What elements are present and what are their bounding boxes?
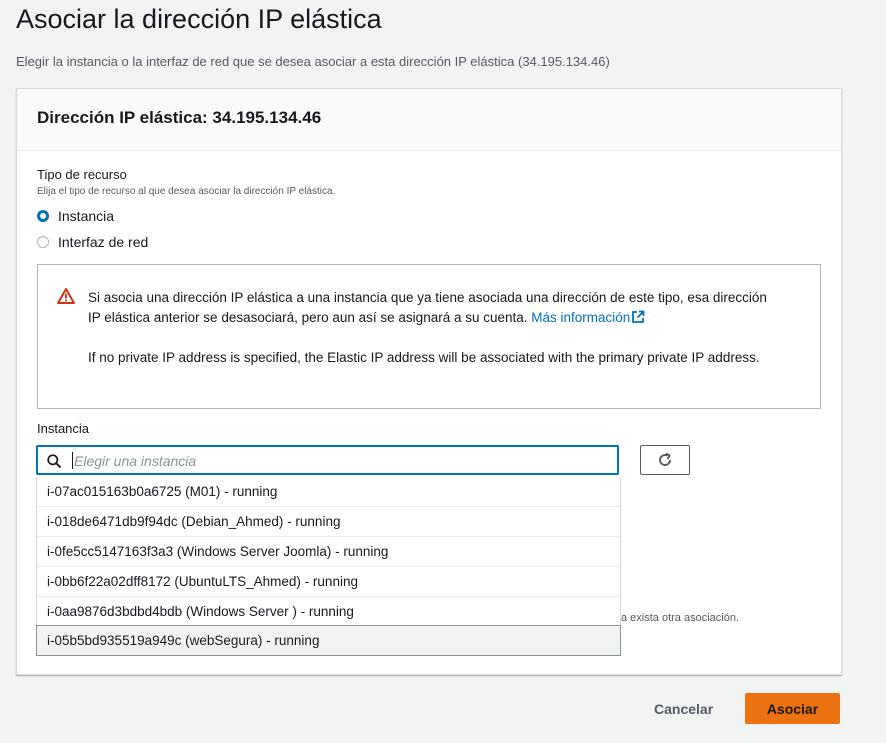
- instance-option[interactable]: i-018de6471db9f94dc (Debian_Ahmed) - run…: [37, 506, 620, 536]
- instance-label: Instancia: [37, 421, 90, 436]
- search-icon: [47, 454, 61, 468]
- external-link-icon[interactable]: [631, 310, 645, 324]
- warning-icon: [57, 288, 75, 304]
- more-info-link-text[interactable]: Más información: [531, 310, 630, 325]
- page-subtitle: Elegir la instancia o la interfaz de red…: [16, 54, 610, 69]
- panel-header: Dirección IP elástica: 34.195.134.46: [17, 89, 841, 151]
- refresh-button[interactable]: [640, 445, 690, 475]
- instance-option[interactable]: i-0bb6f22a02dff8172 (UbuntuLTS_Ahmed) - …: [37, 566, 620, 596]
- radio-checked-icon[interactable]: [37, 210, 49, 222]
- cancel-button[interactable]: Cancelar: [640, 694, 727, 724]
- association-panel: Dirección IP elástica: 34.195.134.46 Tip…: [16, 88, 842, 675]
- page-title: Asociar la dirección IP elástica: [16, 4, 382, 34]
- radio-instancia[interactable]: Instancia: [37, 208, 114, 224]
- partially-hidden-text: a exista otra asociación.: [621, 612, 740, 624]
- instance-option-hovered[interactable]: i-05b5bd935519a949c (webSegura) - runnin…: [36, 625, 621, 656]
- alert-message-2: If no private IP address is specified, t…: [88, 350, 760, 365]
- radio-unchecked-icon[interactable]: [37, 236, 49, 248]
- panel-title: Dirección IP elástica: 34.195.134.46: [37, 108, 322, 127]
- radio-interfaz-de-red[interactable]: Interfaz de red: [37, 234, 148, 250]
- instance-search[interactable]: [36, 445, 619, 475]
- resource-type-label: Tipo de recurso: [37, 167, 127, 182]
- alert-message: Si asocia una dirección IP elástica a un…: [88, 288, 778, 328]
- text-caret: [72, 452, 73, 469]
- instance-option[interactable]: i-0fe5cc5147163f3a3 (Windows Server Joom…: [37, 536, 620, 566]
- alert-message-text: Si asocia una dirección IP elástica a un…: [88, 290, 767, 325]
- radio-instancia-label: Instancia: [58, 208, 115, 224]
- associate-button[interactable]: Asociar: [745, 693, 840, 724]
- instance-option[interactable]: i-07ac015163b0a6725 (M01) - running: [37, 477, 620, 506]
- radio-interfaz-label: Interfaz de red: [58, 234, 149, 250]
- instance-option[interactable]: i-0aa9876d3bdbd4bdb (Windows Server ) - …: [37, 596, 620, 626]
- warning-alert: Si asocia una dirección IP elástica a un…: [37, 264, 821, 409]
- instance-dropdown: i-07ac015163b0a6725 (M01) - running i-01…: [36, 477, 621, 656]
- more-info-link[interactable]: Más información: [531, 310, 645, 325]
- resource-type-description: Elija el tipo de recurso al que desea as…: [37, 186, 336, 197]
- refresh-icon[interactable]: [657, 452, 673, 468]
- instance-search-input[interactable]: [72, 450, 606, 472]
